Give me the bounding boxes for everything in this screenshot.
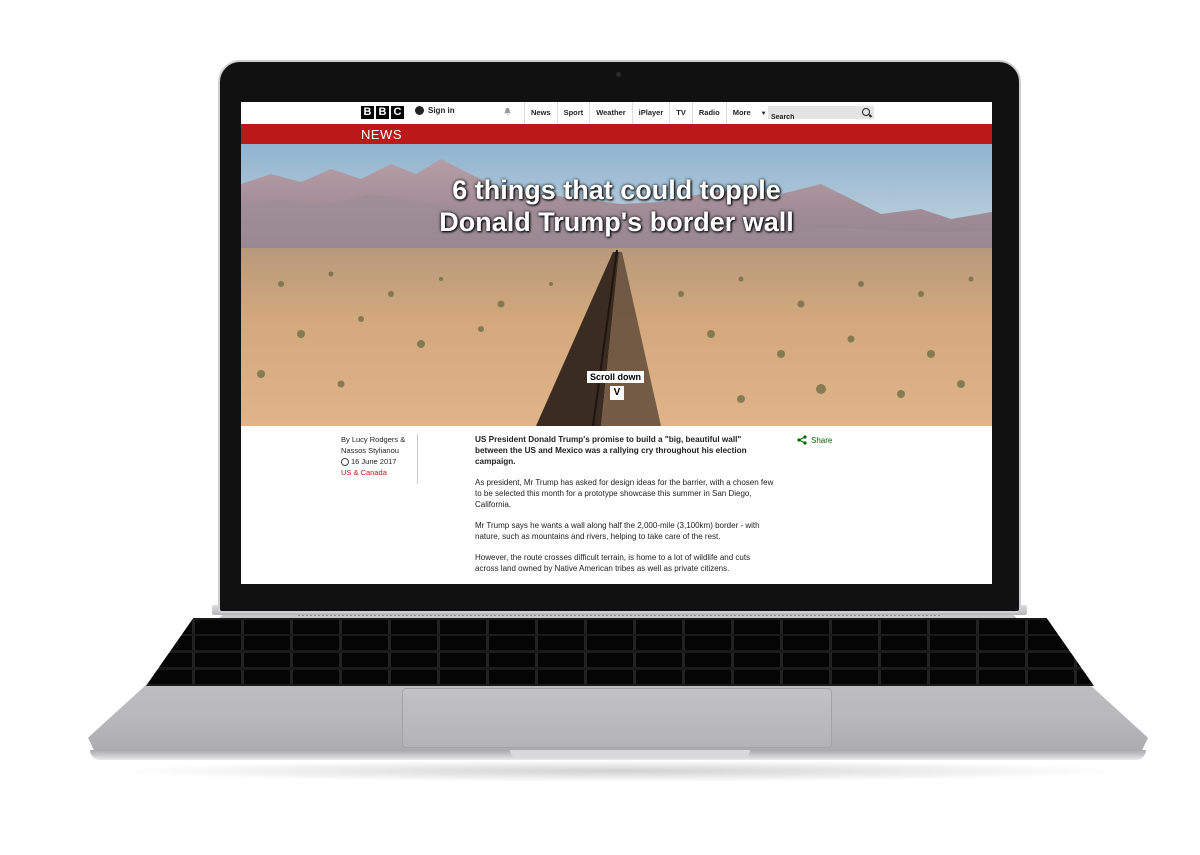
article-body: US President Donald Trump's promise to b…	[475, 434, 775, 584]
more-label: More	[732, 108, 751, 117]
share-icon	[797, 435, 807, 445]
headline: 6 things that could topple Donald Trump'…	[241, 174, 992, 238]
user-icon	[415, 106, 424, 115]
search-icon[interactable]	[862, 108, 870, 116]
camera-icon	[616, 72, 621, 77]
nav-more[interactable]: More ▼	[725, 102, 773, 124]
global-nav: News Sport Weather iPlayer TV Radio More…	[524, 102, 773, 124]
news-section-bar: NEWS	[241, 124, 992, 144]
lid-notch	[510, 750, 750, 758]
laptop-shadow	[110, 760, 1130, 782]
nav-weather[interactable]: Weather	[589, 102, 631, 124]
clock-icon	[341, 457, 349, 466]
article-paragraph: However, the route crosses difficult ter…	[475, 553, 751, 573]
author-line-2: Nassos Stylianou	[341, 446, 399, 455]
keyboard	[146, 618, 1094, 686]
date-text: 16 June 2017	[351, 457, 397, 466]
byline: By Lucy Rodgers & Nassos Stylianou 16 Ju…	[341, 434, 416, 478]
bbc-logo[interactable]: B B C	[361, 106, 404, 119]
headline-line-2: Donald Trump's border wall	[439, 207, 794, 237]
headline-line-1: 6 things that could topple	[452, 175, 781, 205]
browser-screen: B B C Sign in News Sport Weather iPlayer…	[241, 102, 992, 584]
trackpad	[402, 688, 832, 748]
nav-tv[interactable]: TV	[669, 102, 692, 124]
article-lead-paragraph: US President Donald Trump's promise to b…	[475, 435, 747, 466]
search-box	[768, 106, 874, 124]
nav-sport[interactable]: Sport	[556, 102, 590, 124]
byline-divider	[417, 434, 418, 484]
search-input[interactable]	[768, 111, 856, 124]
nav-radio[interactable]: Radio	[691, 102, 726, 124]
share-label: Share	[811, 435, 833, 445]
nav-news[interactable]: News	[524, 102, 557, 124]
bbc-top-bar: B B C Sign in News Sport Weather iPlayer…	[241, 102, 992, 124]
logo-letter: C	[391, 106, 404, 119]
bell-icon[interactable]	[503, 107, 512, 116]
logo-letter: B	[361, 106, 374, 119]
section-link[interactable]: US & Canada	[341, 467, 416, 478]
nav-iplayer[interactable]: iPlayer	[631, 102, 670, 124]
scroll-down-arrow-icon[interactable]: V	[610, 386, 624, 400]
article-paragraph: As president, Mr Trump has asked for des…	[475, 478, 774, 509]
news-section-label[interactable]: NEWS	[361, 127, 402, 142]
caret-down-icon: ▼	[760, 111, 767, 117]
logo-letter: B	[376, 106, 389, 119]
sign-in-link[interactable]: Sign in	[415, 106, 455, 115]
hero-image: 6 things that could topple Donald Trump'…	[241, 144, 992, 426]
publish-date: 16 June 2017	[341, 456, 416, 467]
article-paragraph: Mr Trump says he wants a wall along half…	[475, 521, 760, 541]
scroll-down-label[interactable]: Scroll down	[587, 371, 645, 383]
share-button[interactable]: Share	[797, 435, 832, 445]
author-line-1: By Lucy Rodgers &	[341, 435, 406, 444]
sign-in-label: Sign in	[428, 106, 455, 115]
